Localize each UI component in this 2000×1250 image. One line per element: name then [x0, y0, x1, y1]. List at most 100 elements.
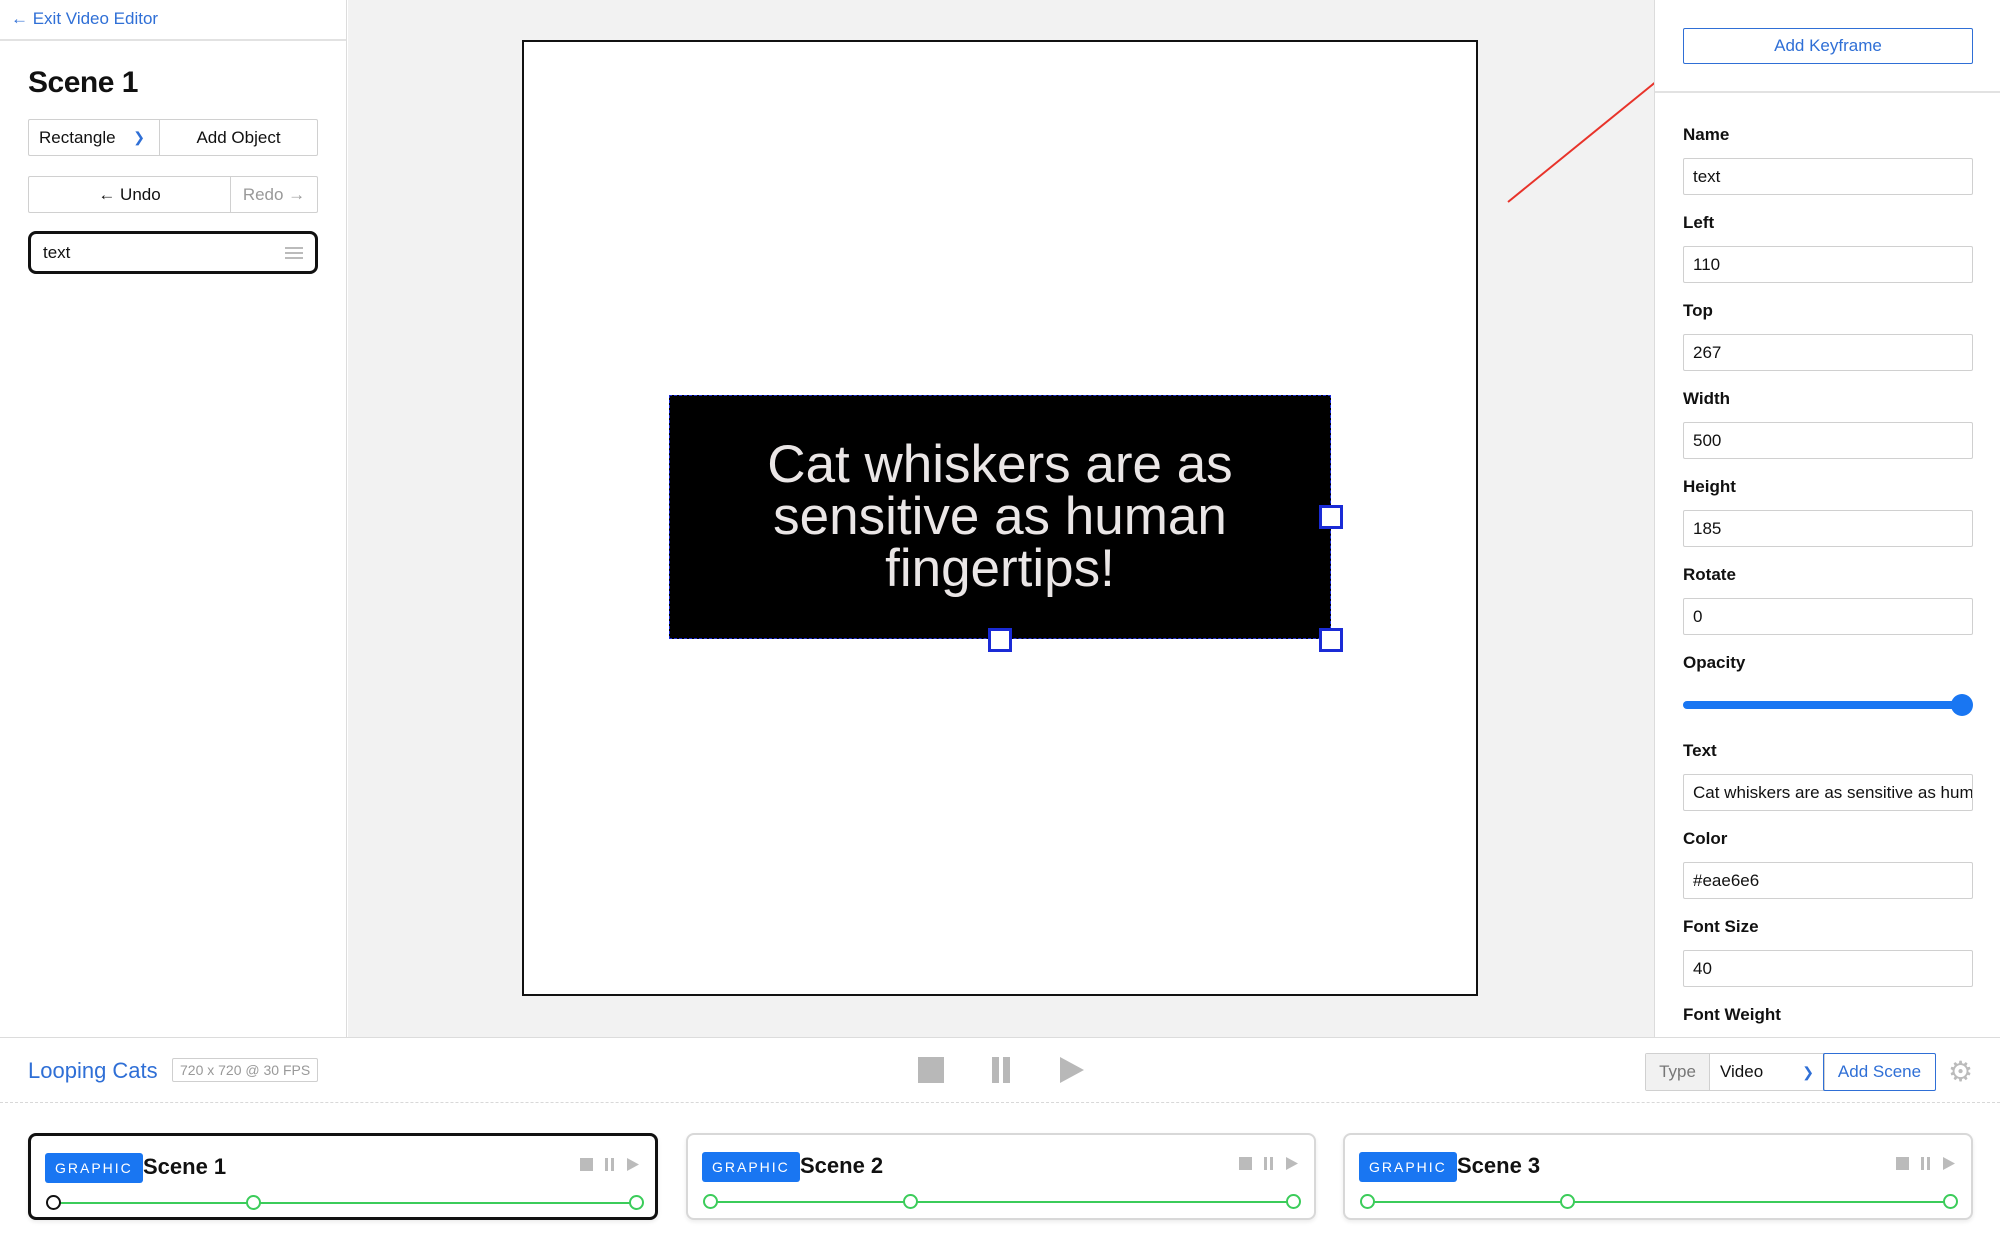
add-scene-button[interactable]: Add Scene — [1823, 1053, 1936, 1091]
exit-video-editor-link[interactable]: ← Exit Video Editor — [11, 9, 158, 29]
stop-icon[interactable] — [580, 1158, 593, 1171]
text-label: Text — [1683, 741, 1717, 760]
chevron-down-icon: ❯ — [133, 129, 145, 145]
opacity-field-group: Opacity — [1683, 652, 1973, 740]
keyframe-marker[interactable] — [46, 1195, 61, 1210]
video-editor: ← Exit Video Editor Scene 1 Rectangle ❯ … — [0, 0, 2000, 1250]
scene-card-name: Scene 3 — [1457, 1153, 1541, 1178]
undo-button[interactable]: ← Undo — [29, 177, 231, 212]
play-icon[interactable] — [1056, 1055, 1086, 1085]
color-field-group: Color #eae6e6 — [1683, 828, 1973, 916]
keyframe-marker[interactable] — [703, 1194, 718, 1209]
scene-timeline — [53, 1202, 633, 1204]
text-input[interactable]: Cat whiskers are as sensitive as human f… — [1683, 774, 1973, 811]
play-icon[interactable] — [1942, 1157, 1955, 1170]
play-icon[interactable] — [1285, 1157, 1298, 1170]
font-size-field-group: Font Size 40 — [1683, 916, 1973, 1004]
scene-card-name: Scene 1 — [143, 1154, 227, 1179]
graphic-badge: GRAPHIC — [702, 1152, 800, 1182]
font-weight-field-group: Font Weight — [1683, 1004, 1973, 1037]
scene-card-1[interactable]: GRAPHIC Scene 1 — [28, 1133, 658, 1220]
drag-handle-icon[interactable] — [285, 246, 303, 259]
pause-icon[interactable] — [986, 1055, 1016, 1085]
play-icon[interactable] — [626, 1158, 639, 1171]
font-weight-label: Font Weight — [1683, 1005, 1781, 1024]
type-select-group: Type Video ❯ — [1645, 1053, 1825, 1091]
left-field-group: Left 110 — [1683, 212, 1973, 300]
name-input[interactable]: text — [1683, 158, 1973, 195]
left-panel: ← Exit Video Editor Scene 1 Rectangle ❯ … — [0, 0, 347, 1037]
keyframe-marker[interactable] — [1560, 1194, 1575, 1209]
add-object-group: Rectangle ❯ Add Object — [28, 119, 318, 156]
width-input[interactable]: 500 — [1683, 422, 1973, 459]
keyframe-marker[interactable] — [1360, 1194, 1375, 1209]
top-input[interactable]: 267 — [1683, 334, 1973, 371]
pause-icon[interactable] — [1919, 1157, 1932, 1170]
layer-name: text — [43, 242, 71, 262]
name-field-group: Name text — [1683, 124, 1973, 212]
keyframe-marker[interactable] — [629, 1195, 644, 1210]
height-input[interactable]: 185 — [1683, 510, 1973, 547]
scene-card-3[interactable]: GRAPHIC Scene 3 — [1343, 1133, 1973, 1220]
divider — [1655, 91, 2000, 93]
keyframe-marker[interactable] — [1943, 1194, 1958, 1209]
divider — [0, 39, 346, 41]
scene-timeline — [710, 1201, 1292, 1203]
opacity-slider-thumb[interactable] — [1951, 694, 1973, 716]
keyframe-marker[interactable] — [903, 1194, 918, 1209]
font-size-input[interactable]: 40 — [1683, 950, 1973, 987]
redo-button[interactable]: Redo → — [231, 177, 317, 212]
scene-card-controls — [1896, 1157, 1955, 1170]
scene-card-controls — [580, 1158, 639, 1171]
top-field-group: Top 267 — [1683, 300, 1973, 388]
left-input[interactable]: 110 — [1683, 246, 1973, 283]
resize-handle-bottom-right[interactable] — [1319, 628, 1343, 652]
graphic-badge: GRAPHIC — [45, 1153, 143, 1183]
stop-icon[interactable] — [1896, 1157, 1909, 1170]
name-label: Name — [1683, 125, 1730, 144]
shape-select-value: Rectangle — [39, 127, 116, 147]
stop-icon[interactable] — [1239, 1157, 1252, 1170]
undo-redo-group: ← Undo Redo → — [28, 176, 318, 213]
type-select[interactable]: Video ❯ — [1710, 1054, 1824, 1090]
rotate-input[interactable]: 0 — [1683, 598, 1973, 635]
stop-icon[interactable] — [916, 1055, 946, 1085]
shape-select[interactable]: Rectangle ❯ — [29, 120, 160, 155]
graphic-badge: GRAPHIC — [1359, 1152, 1457, 1182]
project-name[interactable]: Looping Cats — [28, 1058, 158, 1084]
rotate-field-group: Rotate 0 — [1683, 564, 1973, 652]
width-label: Width — [1683, 389, 1731, 408]
pause-icon[interactable] — [603, 1158, 616, 1171]
font-size-label: Font Size — [1683, 917, 1759, 936]
scene-title: Scene 1 — [28, 66, 138, 99]
scene-card-name: Scene 2 — [800, 1153, 884, 1178]
opacity-label: Opacity — [1683, 653, 1746, 672]
keyframe-marker[interactable] — [246, 1195, 261, 1210]
text-object[interactable]: Cat whiskers are as sensitive as human f… — [669, 395, 1331, 639]
project-toolbar: Looping Cats 720 x 720 @ 30 FPS Type Vid… — [0, 1037, 2000, 1103]
keyframe-marker[interactable] — [1286, 1194, 1301, 1209]
height-field-group: Height 185 — [1683, 476, 1973, 564]
left-label: Left — [1683, 213, 1715, 232]
annotation-arrow — [1507, 67, 1674, 203]
resize-handle-right[interactable] — [1319, 505, 1343, 529]
pause-icon[interactable] — [1262, 1157, 1275, 1170]
scene-card-2[interactable]: GRAPHIC Scene 2 — [686, 1133, 1316, 1220]
height-label: Height — [1683, 477, 1736, 496]
add-object-button[interactable]: Add Object — [160, 120, 317, 155]
gear-icon[interactable]: ⚙ — [1948, 1055, 1973, 1088]
add-keyframe-button[interactable]: Add Keyframe — [1683, 28, 1973, 64]
top-label: Top — [1683, 301, 1713, 320]
properties-panel: Add Keyframe Name text Left 110 Top 267 … — [1654, 0, 2000, 1037]
rotate-label: Rotate — [1683, 565, 1736, 584]
type-select-value: Video — [1720, 1062, 1764, 1081]
color-input[interactable]: #eae6e6 — [1683, 862, 1973, 899]
layer-item[interactable]: text — [28, 231, 318, 274]
scene-timeline — [1367, 1201, 1949, 1203]
width-field-group: Width 500 — [1683, 388, 1973, 476]
opacity-slider[interactable] — [1683, 686, 1973, 723]
color-label: Color — [1683, 829, 1728, 848]
resize-handle-bottom[interactable] — [988, 628, 1012, 652]
opacity-slider-track — [1683, 701, 1962, 709]
scene-card-controls — [1239, 1157, 1298, 1170]
